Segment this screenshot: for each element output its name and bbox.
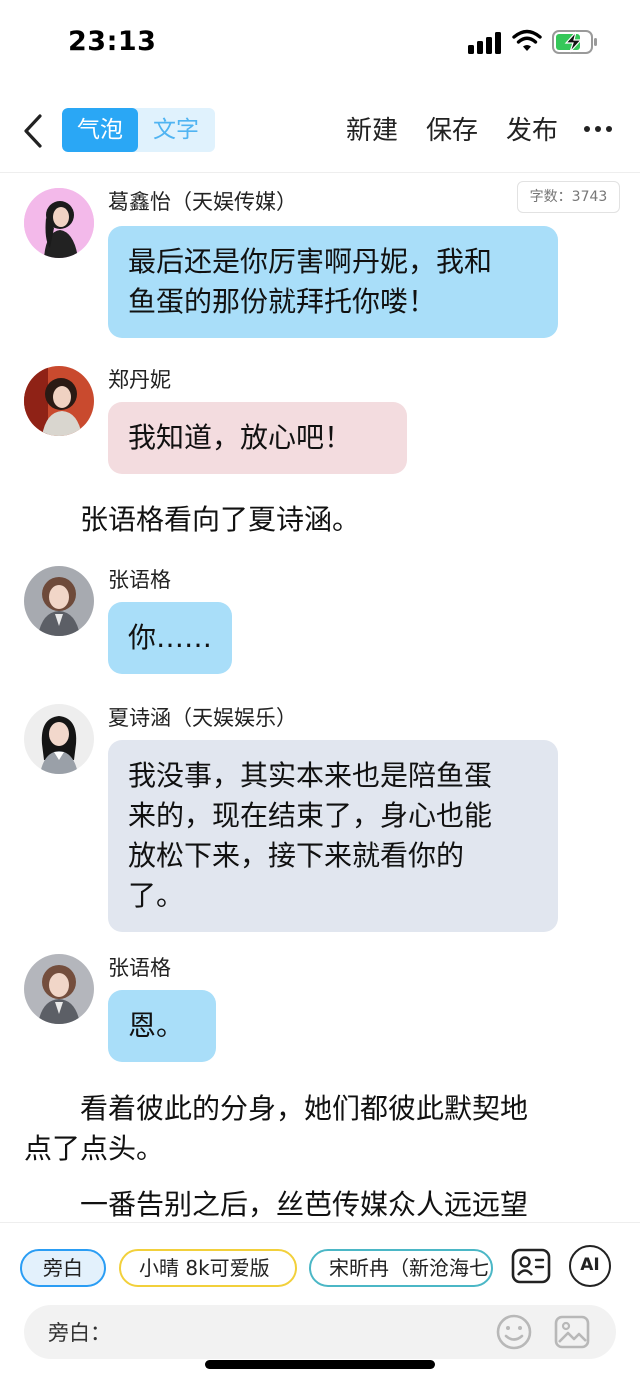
- character-chip[interactable]: 宋昕冉（新沧海七: [309, 1249, 493, 1287]
- home-indicator: [205, 1360, 435, 1369]
- mode-segmented-control: 气泡 文字: [62, 108, 215, 152]
- ai-button[interactable]: AI: [569, 1245, 611, 1287]
- speaker-name: 张语格: [108, 956, 171, 980]
- narration-line: 张语格看向了夏诗涵。: [24, 503, 361, 536]
- nav-divider: [0, 172, 640, 173]
- back-arrow-icon[interactable]: [18, 108, 48, 154]
- character-chip[interactable]: 小晴 8k可爱版: [119, 1249, 297, 1287]
- avatar[interactable]: [24, 954, 94, 1024]
- chat-bubble[interactable]: 我没事，其实本来也是陪鱼蛋 来的，现在结束了，身心也能 放松下来，接下来就看你的…: [108, 740, 558, 932]
- status-bar: 23:13: [0, 0, 640, 88]
- save-button[interactable]: 保存: [426, 110, 478, 147]
- chat-bubble[interactable]: 恩。: [108, 990, 216, 1062]
- narration-line: 一番告别之后，丝芭传媒众人远远望: [24, 1188, 529, 1221]
- bubble-line: 最后还是你厉害啊丹妮，我和: [128, 245, 493, 278]
- battery-charging-icon: [552, 30, 597, 54]
- bubble-line: 鱼蛋的那份就拜托你喽！: [128, 285, 437, 318]
- bubble-line: 我知道，放心吧！: [128, 421, 353, 454]
- speaker-name: 葛鑫怡（天娱传媒）: [108, 190, 297, 214]
- emoji-icon[interactable]: [494, 1312, 534, 1352]
- bubble-line: 你……: [128, 621, 213, 654]
- bubble-line: 了。: [128, 879, 185, 912]
- tab-text[interactable]: 文字: [138, 108, 214, 152]
- chat-bubble[interactable]: 我知道，放心吧！: [108, 402, 407, 474]
- narration-line: 看着彼此的分身，她们都彼此默契地: [24, 1092, 529, 1125]
- avatar[interactable]: [24, 366, 94, 436]
- speaker-name: 张语格: [108, 568, 171, 592]
- status-time: 23:13: [68, 26, 157, 57]
- wifi-icon: [512, 29, 542, 51]
- bubble-line: 我没事，其实本来也是陪鱼蛋: [128, 759, 493, 792]
- avatar[interactable]: [24, 704, 94, 774]
- more-options-icon[interactable]: [584, 126, 614, 136]
- bubble-line: 恩。: [128, 1009, 185, 1042]
- top-nav-bar: 气泡 文字 新建 保存 发布: [0, 100, 640, 162]
- chat-bubble[interactable]: 最后还是你厉害啊丹妮，我和 鱼蛋的那份就拜托你喽！: [108, 226, 558, 338]
- publish-button[interactable]: 发布: [506, 110, 558, 147]
- avatar[interactable]: [24, 566, 94, 636]
- bubble-line: 来的，现在结束了，身心也能: [128, 799, 493, 832]
- image-icon[interactable]: [552, 1312, 592, 1352]
- narration-line: 点了点头。: [24, 1132, 165, 1165]
- character-chip-narration[interactable]: 旁白: [20, 1249, 106, 1287]
- avatar[interactable]: [24, 188, 94, 258]
- chat-bubble[interactable]: 你……: [108, 602, 232, 674]
- bubble-line: 放松下来，接下来就看你的: [128, 839, 465, 872]
- narration-text[interactable]: 张语格看向了夏诗涵。: [24, 500, 604, 540]
- narration-text[interactable]: 一番告别之后，丝芭传媒众人远远望: [24, 1185, 604, 1225]
- character-card-icon[interactable]: [510, 1245, 552, 1287]
- speaker-name: 夏诗涵（天娱娱乐）: [108, 706, 297, 730]
- speaker-name: 郑丹妮: [108, 368, 171, 392]
- tab-bubble[interactable]: 气泡: [62, 108, 138, 152]
- cellular-signal-icon: [468, 32, 502, 54]
- word-count-badge: 字数：3743: [517, 181, 620, 213]
- narration-text[interactable]: 看着彼此的分身，她们都彼此默契地 点了点头。: [24, 1089, 604, 1169]
- input-speaker-label: 旁白：: [48, 1321, 111, 1345]
- message-input[interactable]: 旁白：: [24, 1305, 616, 1359]
- new-button[interactable]: 新建: [346, 110, 398, 147]
